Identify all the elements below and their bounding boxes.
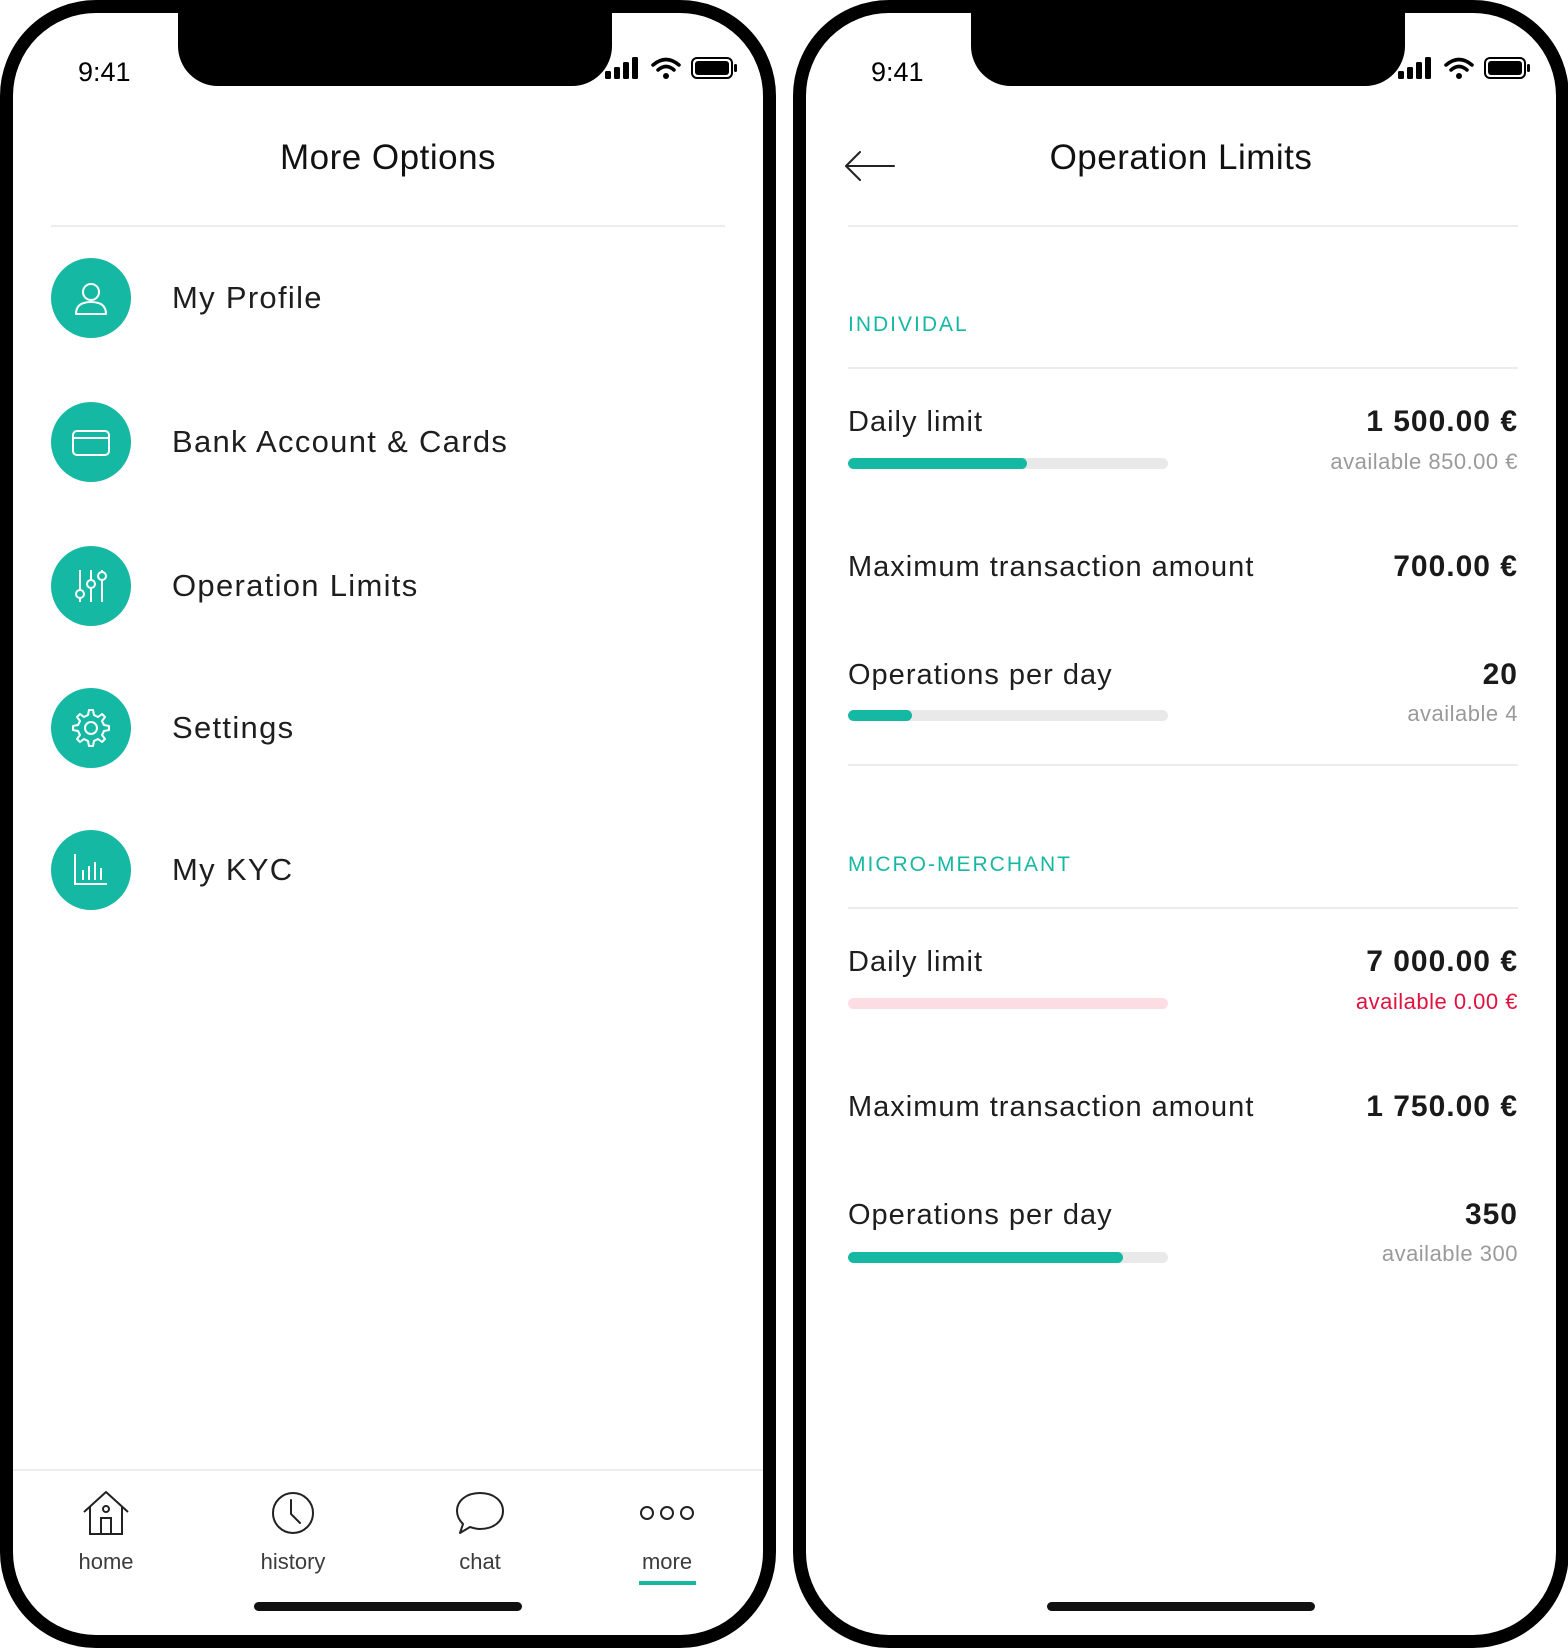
page-title: Operation Limits — [1049, 138, 1313, 177]
operations-per-day-label: Operations per day — [848, 659, 1113, 691]
status-icons — [605, 57, 737, 79]
active-tab-indicator — [638, 1581, 696, 1585]
page-title: More Options — [279, 138, 497, 177]
max-transaction-value: 700.00 € — [1393, 550, 1518, 583]
menu-label: My KYC — [172, 852, 294, 887]
operations-per-day-available: available 300 — [1381, 1241, 1518, 1266]
battery-icon — [1484, 57, 1530, 79]
menu-icon-circle — [51, 830, 131, 910]
cellular-signal-icon — [1398, 57, 1431, 79]
nav-label: history — [260, 1549, 326, 1574]
max-transaction-label: Maximum transaction amount — [848, 551, 1255, 583]
daily-limit-progress — [848, 998, 1168, 1009]
more-dots-icon — [640, 1506, 694, 1520]
section-divider — [848, 367, 1518, 369]
nav-icon-wrap — [420, 1483, 540, 1543]
device-notch — [971, 13, 1405, 86]
daily-limit-value: 1 500.00 € — [1366, 405, 1518, 438]
menu-label: Operation Limits — [172, 568, 419, 603]
user-icon — [75, 283, 107, 315]
nav-icon-wrap — [46, 1483, 166, 1543]
operation-limits-screen: 9:41 Operation Limits INDIVIDAL Daily li… — [793, 0, 1568, 1648]
gear-icon — [72, 709, 110, 747]
card-icon — [72, 430, 110, 456]
nav-tab-history[interactable]: history — [233, 1483, 353, 1575]
home-indicator — [1047, 1602, 1315, 1611]
header-divider — [51, 225, 725, 227]
daily-limit-label: Daily limit — [848, 406, 984, 438]
nav-icon-wrap — [233, 1483, 353, 1543]
daily-limit-label: Daily limit — [848, 946, 984, 978]
chat-bubble-icon — [456, 1492, 504, 1534]
max-transaction-value: 1 750.00 € — [1366, 1090, 1518, 1123]
bar-chart-icon — [74, 854, 107, 885]
bottom-nav-divider — [13, 1469, 763, 1471]
section-title-individual: INDIVIDAL — [848, 313, 969, 336]
max-transaction-label: Maximum transaction amount — [848, 1091, 1255, 1123]
operations-per-day-label: Operations per day — [848, 1199, 1113, 1231]
nav-tab-more[interactable]: more — [607, 1483, 727, 1585]
nav-icon-wrap — [607, 1483, 727, 1543]
cellular-signal-icon — [605, 57, 638, 79]
menu-item-my-profile[interactable]: My Profile — [51, 258, 323, 338]
progress-fill — [848, 1252, 1124, 1263]
section-title-micro-merchant: MICRO-MERCHANT — [848, 853, 1072, 876]
menu-label: My Profile — [172, 280, 323, 315]
operations-per-day-progress — [848, 710, 1168, 721]
menu-label: Bank Account & Cards — [172, 424, 509, 459]
battery-icon — [691, 57, 737, 79]
menu-icon-circle — [51, 688, 131, 768]
operations-per-day-value: 350 — [1464, 1198, 1518, 1231]
menu-item-bank-account-cards[interactable]: Bank Account & Cards — [51, 402, 508, 482]
menu-label: Settings — [172, 710, 295, 745]
daily-limit-progress — [848, 458, 1168, 469]
clock-icon — [272, 1492, 314, 1534]
header-divider — [848, 225, 1518, 227]
home-icon — [83, 1491, 129, 1535]
nav-tab-home[interactable]: home — [46, 1483, 166, 1575]
daily-limit-value: 7 000.00 € — [1366, 945, 1518, 978]
more-options-screen: 9:41 More Options My Profile Bank Accoun… — [0, 0, 776, 1648]
nav-label: more — [641, 1549, 693, 1574]
status-icons — [1398, 57, 1530, 79]
device-notch — [178, 13, 612, 86]
nav-label: home — [78, 1549, 134, 1574]
menu-icon-circle — [51, 402, 131, 482]
menu-icon-circle — [51, 258, 131, 338]
operations-per-day-progress — [848, 1252, 1168, 1263]
menu-item-operation-limits[interactable]: Operation Limits — [51, 546, 419, 626]
status-time: 9:41 — [78, 57, 131, 87]
nav-label: chat — [459, 1549, 501, 1574]
home-indicator — [254, 1602, 522, 1611]
status-time: 9:41 — [871, 57, 924, 87]
section-divider — [848, 907, 1518, 909]
menu-item-settings[interactable]: Settings — [51, 688, 294, 768]
progress-fill — [848, 710, 912, 721]
operations-per-day-value: 20 — [1482, 658, 1518, 691]
menu-item-my-kyc[interactable]: My KYC — [51, 830, 293, 910]
nav-tab-chat[interactable]: chat — [420, 1483, 540, 1575]
wifi-icon — [651, 57, 681, 79]
wifi-icon — [1444, 57, 1474, 79]
daily-limit-available: available 0.00 € — [1355, 989, 1518, 1014]
menu-icon-circle — [51, 546, 131, 626]
daily-limit-available: available 850.00 € — [1330, 449, 1518, 474]
operations-per-day-available: available 4 — [1407, 701, 1518, 726]
section-divider — [848, 764, 1518, 766]
progress-fill — [848, 458, 1028, 469]
sliders-icon — [75, 570, 107, 602]
